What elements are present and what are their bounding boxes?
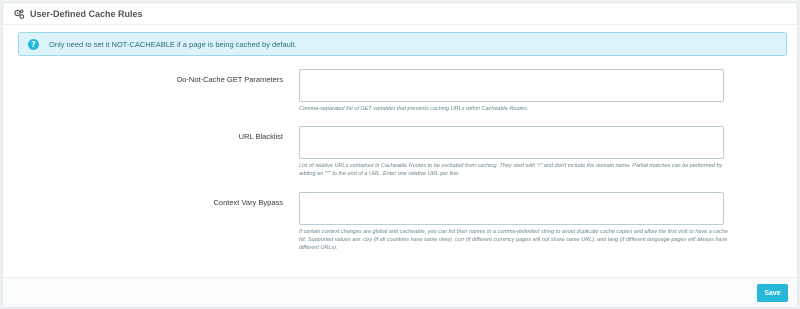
- url-blacklist-label: URL Blacklist: [238, 132, 283, 141]
- info-alert: ? Only need to set it NOT-CACHEABLE if a…: [18, 32, 787, 56]
- context-vary-bypass-label: Context Vary Bypass: [213, 198, 283, 207]
- get-params-help: Comma-separated list of GET variables th…: [299, 106, 529, 112]
- url-blacklist-help: List of relative URLs contained in Cache…: [299, 163, 723, 177]
- panel-heading: User-Defined Cache Rules: [3, 3, 797, 25]
- alert-text: Only need to set it NOT-CACHEABLE if a p…: [49, 39, 297, 49]
- context-vary-bypass-textarea[interactable]: [299, 192, 724, 225]
- context-vary-bypass-help: If certain context changes are global an…: [299, 229, 728, 251]
- gears-icon: [13, 8, 25, 20]
- cache-rules-panel: User-Defined Cache Rules ? Only need to …: [2, 2, 798, 308]
- question-circle-icon: ?: [28, 38, 39, 50]
- panel-title: User-Defined Cache Rules: [30, 8, 143, 19]
- panel-footer: Save: [3, 277, 797, 307]
- get-params-label: Do-Not-Cache GET Parameters: [176, 75, 283, 84]
- url-blacklist-textarea[interactable]: [299, 126, 724, 159]
- save-button[interactable]: Save: [757, 284, 788, 302]
- get-params-textarea[interactable]: [299, 69, 724, 102]
